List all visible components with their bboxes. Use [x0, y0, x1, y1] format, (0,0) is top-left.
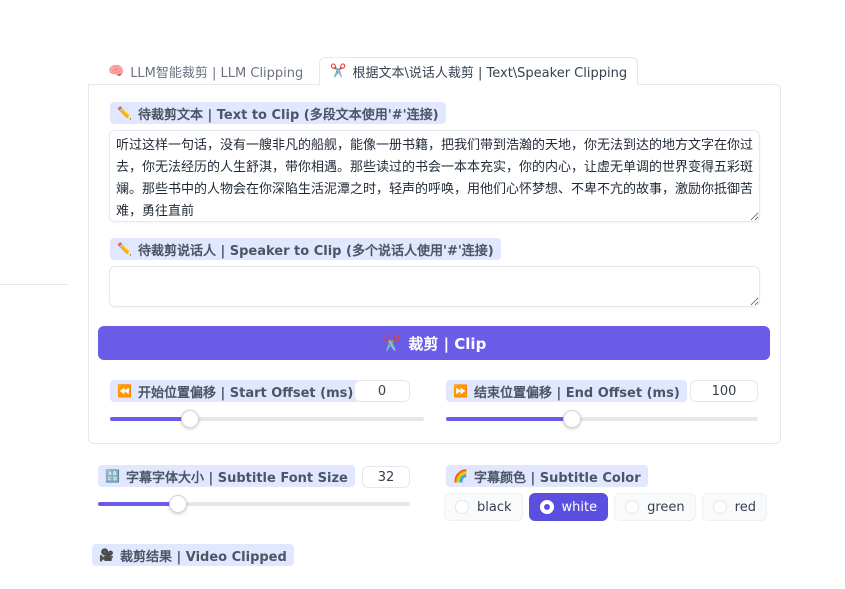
radio-label: green [647, 499, 685, 515]
color-option-green[interactable]: green [614, 493, 696, 521]
radio-label: black [477, 499, 512, 515]
font-size-icon: 🔠 [105, 469, 120, 483]
clip-button[interactable]: ✂️ 裁剪 | Clip [98, 326, 770, 360]
radio-dot [539, 500, 554, 514]
clip-button-label: 裁剪 | Clip [408, 334, 487, 353]
start-offset-input[interactable]: 0 [354, 380, 410, 402]
color-option-red[interactable]: red [701, 493, 767, 521]
pencil-icon: ✏️ [117, 106, 132, 120]
fast-forward-icon: ⏩ [453, 384, 468, 398]
radio-label: white [561, 499, 598, 515]
start-offset-slider[interactable] [110, 410, 424, 428]
text-to-clip-input[interactable] [109, 130, 760, 222]
color-option-black[interactable]: black [444, 493, 523, 521]
end-offset-label: ⏩ 结束位置偏移 | End Offset (ms) [446, 380, 687, 402]
text-to-clip-label: ✏️ 待裁剪文本 | Text to Clip (多段文本使用'#'连接) [110, 102, 446, 124]
label-text: 裁剪结果 | Video Clipped [119, 549, 287, 565]
slider-fill [446, 417, 573, 421]
scissors-icon: ✂️ [330, 63, 347, 79]
slider-thumb[interactable] [181, 410, 200, 428]
end-offset-input[interactable]: 100 [690, 380, 758, 402]
font-size-slider[interactable] [98, 495, 410, 513]
rainbow-icon: 🌈 [453, 469, 468, 483]
speaker-to-clip-label: ✏️ 待裁剪说话人 | Speaker to Clip (多个说话人使用'#'连… [110, 238, 501, 260]
color-option-white[interactable]: white [528, 493, 609, 521]
video-camera-icon: 🎥 [99, 548, 114, 562]
font-size-label: 🔠 字幕字体大小 | Subtitle Font Size [98, 465, 355, 487]
radio-label: red [734, 499, 756, 515]
radio-dot [625, 500, 640, 514]
slider-fill [98, 502, 178, 506]
start-offset-label: ⏪ 开始位置偏移 | Start Offset (ms) [110, 380, 361, 402]
radio-dot [712, 500, 727, 514]
slider-thumb[interactable] [563, 410, 582, 428]
radio-dot [455, 500, 469, 514]
pencil-icon: ✏️ [117, 242, 132, 256]
tab-bar: 🧠 LLM智能裁剪 | LLM Clipping ✂️ 根据文本\说话人裁剪 |… [98, 57, 639, 85]
label-text: 字幕颜色 | Subtitle Color [473, 470, 641, 486]
tab-text-speaker-clipping[interactable]: ✂️ 根据文本\说话人裁剪 | Text\Speaker Clipping [319, 57, 639, 85]
slider-thumb[interactable] [168, 495, 187, 513]
end-offset-slider[interactable] [446, 410, 758, 428]
tab-label: 根据文本\说话人裁剪 | Text\Speaker Clipping [352, 65, 628, 81]
brain-icon: 🧠 [108, 63, 125, 79]
tab-llm-clipping[interactable]: 🧠 LLM智能裁剪 | LLM Clipping [98, 57, 313, 85]
subtitle-color-radio-group: black white green red [444, 493, 767, 521]
label-text: 开始位置偏移 | Start Offset (ms) [137, 385, 354, 401]
label-text: 字幕字体大小 | Subtitle Font Size [125, 470, 348, 486]
scissors-icon: ✂️ [381, 334, 401, 352]
divider [0, 284, 68, 285]
subtitle-color-label: 🌈 字幕颜色 | Subtitle Color [446, 465, 648, 487]
speaker-to-clip-input[interactable] [109, 266, 760, 307]
tab-label: LLM智能裁剪 | LLM Clipping [130, 65, 304, 81]
label-text: 待裁剪说话人 | Speaker to Clip (多个说话人使用'#'连接) [137, 243, 494, 259]
label-text: 待裁剪文本 | Text to Clip (多段文本使用'#'连接) [137, 107, 439, 123]
font-size-input[interactable]: 32 [362, 466, 410, 488]
video-clipped-label: 🎥 裁剪结果 | Video Clipped [92, 544, 294, 566]
slider-fill [110, 417, 191, 421]
label-text: 结束位置偏移 | End Offset (ms) [473, 385, 680, 401]
rewind-icon: ⏪ [117, 384, 132, 398]
